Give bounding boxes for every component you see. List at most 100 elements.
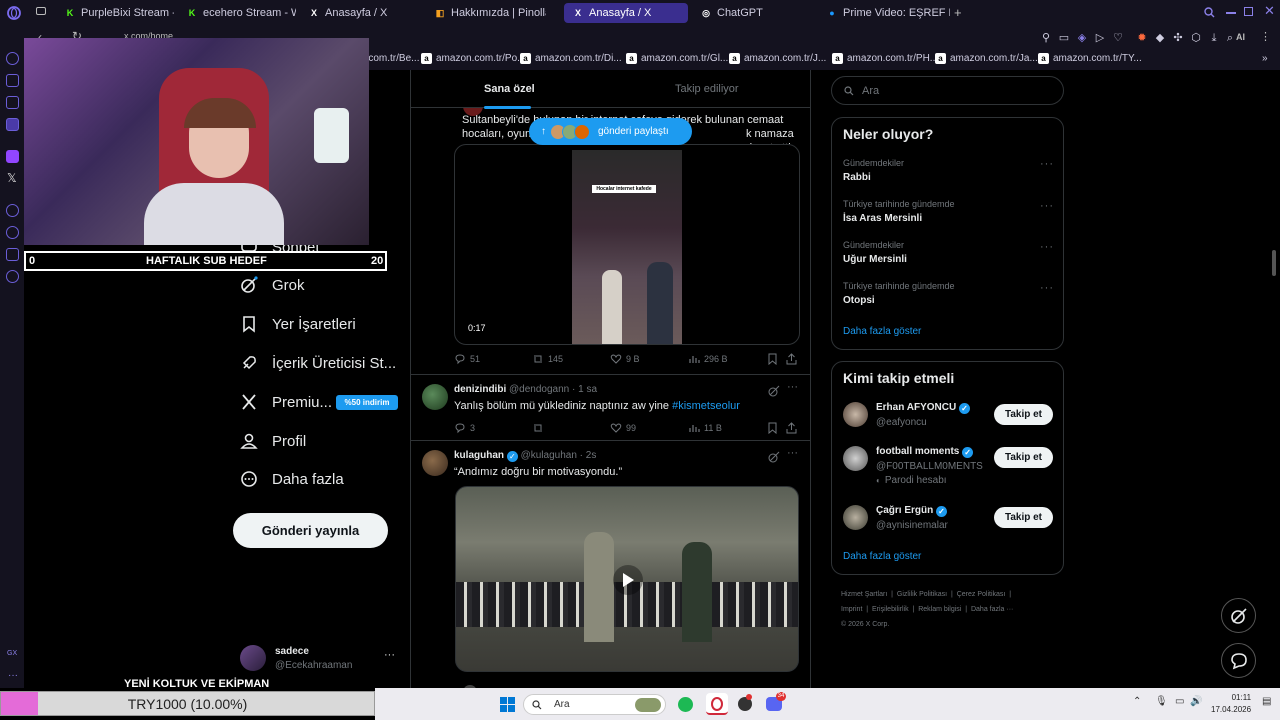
aria-icon[interactable] [6, 52, 19, 65]
who-show-more-link[interactable]: Daha fazla göster [843, 551, 921, 562]
new-posts-pill[interactable]: ↑ gönderi paylaştı [529, 118, 692, 145]
video-player[interactable]: Hocalar internet kafede 0:17 [454, 144, 800, 345]
account-switcher[interactable]: sadece @Ecekahraaman ··· [240, 645, 400, 675]
browser-tab[interactable]: K PurpleBixi Stream - Watch [56, 3, 174, 23]
cube-icon[interactable]: ⬡ [1190, 32, 1202, 44]
reply-button[interactable]: 51 [454, 353, 480, 365]
spotify-icon[interactable] [678, 697, 693, 712]
video-player[interactable] [455, 486, 799, 672]
nav-item-premium[interactable]: Premiu... [240, 393, 332, 411]
trend-item[interactable]: Türkiye tarihinde gündemde İsa Aras Mersi… [843, 199, 955, 224]
close-window-icon[interactable]: ✕ [1264, 3, 1275, 19]
bookmark-item[interactable]: a amazon.com.tr/Po... [421, 53, 525, 64]
trend-more-icon[interactable]: ··· [1040, 158, 1054, 170]
bookmarks-overflow-icon[interactable]: » [1262, 53, 1268, 64]
snapshot-icon[interactable]: ⌕ [1224, 32, 1236, 44]
notifications-icon[interactable]: ▤ [1262, 696, 1271, 707]
sidebar-more-icon[interactable]: ··· [8, 670, 18, 681]
messenger-icon[interactable] [6, 74, 19, 87]
grok-icon[interactable] [768, 385, 780, 397]
follow-button[interactable]: Takip et [994, 404, 1053, 425]
trend-item[interactable]: Türkiye tarihinde gündemde Otopsi [843, 281, 955, 306]
x-sidebar-icon[interactable]: 𝕏 [7, 171, 17, 185]
gx-icon[interactable]: GX [7, 650, 17, 657]
puzzle-icon[interactable]: ✣ [1172, 32, 1184, 44]
footer-link[interactable]: Imprint [841, 606, 862, 613]
suggested-account[interactable]: Çağrı Ergün ✓ @aynisinemalar [843, 505, 948, 531]
footer-link[interactable]: Hizmet Şartları [841, 591, 887, 598]
microphone-icon[interactable]: 🎙 [1155, 696, 1168, 707]
vpn-icon[interactable]: ◆ [1154, 32, 1166, 44]
like-button[interactable]: 9 B [610, 353, 640, 365]
suggested-account[interactable]: football moments ✓ @F00TBALLM0MENTS ◐ Parod… [843, 446, 983, 486]
bookmark-item[interactable]: a amazon.com.tr/Ja... [935, 53, 1038, 64]
minimize-icon[interactable] [1226, 12, 1236, 14]
play-icon[interactable]: ▷ [1094, 32, 1106, 44]
trend-more-icon[interactable]: ··· [1040, 200, 1054, 212]
new-tab-icon[interactable]: + [954, 5, 962, 20]
bookmark-item[interactable]: a amazon.com.tr/TY... [1038, 53, 1142, 64]
views-button[interactable]: 11 B [688, 422, 722, 434]
tweet[interactable]: denizindibi @dendogann · 1 sa ··· Yanlış… [411, 375, 810, 441]
footer-link[interactable]: Erişilebilirlik [872, 606, 909, 613]
pin-icon[interactable]: ⚲ [1040, 32, 1052, 44]
footer-link[interactable]: Çerez Politikası [957, 591, 1006, 598]
browser-tab[interactable]: ◧ Hakkımızda | Pinolla.com [426, 3, 546, 23]
share-icon[interactable] [786, 422, 797, 434]
workspaces-icon[interactable] [36, 7, 46, 15]
volume-icon[interactable]: 🔊 [1190, 696, 1202, 707]
windows-start-icon[interactable] [500, 697, 515, 712]
maximize-icon[interactable] [1244, 7, 1253, 16]
browser-tab[interactable]: ◎ ChatGPT [692, 3, 814, 23]
player-icon[interactable] [6, 204, 19, 217]
tray-chevron-icon[interactable]: ⌃ [1133, 696, 1141, 707]
nav-item-bookmarks[interactable]: Yer İşaretleri [240, 315, 356, 333]
menu-icon[interactable]: ⋮ [1260, 30, 1271, 43]
taskbar-search-input[interactable]: Ara [523, 694, 666, 715]
suggested-account[interactable]: Erhan AFYONCU ✓ @eafyoncu [843, 402, 970, 428]
views-button[interactable]: 296 B [688, 353, 728, 365]
bookmark-icon[interactable] [767, 353, 778, 365]
account-more-icon[interactable]: ··· [384, 649, 395, 661]
repost-button[interactable]: 145 [532, 353, 563, 365]
browser-tab[interactable]: X Anasayfa / X [300, 3, 418, 23]
trend-item[interactable]: Gündemdekiler Uğur Mersinli [843, 240, 907, 265]
reply-button[interactable]: 3 [454, 422, 475, 434]
m-app-icon[interactable] [6, 118, 19, 131]
heart-icon[interactable]: ♡ [1112, 32, 1124, 44]
tweet-more-icon[interactable]: ··· [787, 447, 798, 459]
tweet[interactable]: kulaguhan ✓ @kulaguhan · 2s ··· “Andımız… [411, 441, 810, 688]
tweet-more-icon[interactable]: ··· [787, 381, 798, 393]
hashtag-link[interactable]: #kismetseolur [672, 400, 740, 412]
settings-icon[interactable] [6, 270, 19, 283]
post-button[interactable]: Gönderi yayınla [233, 513, 388, 548]
opera-logo-icon[interactable] [7, 6, 21, 20]
trend-more-icon[interactable]: ··· [1040, 282, 1054, 294]
cube-sidebar-icon[interactable] [6, 248, 19, 261]
follow-button[interactable]: Takip et [994, 507, 1053, 528]
search-input[interactable]: Ara [831, 76, 1064, 105]
grok-icon[interactable] [768, 451, 780, 463]
nav-item-creator-studio[interactable]: İçerik Üreticisi St... [240, 354, 396, 372]
bookmark-item[interactable]: a amazon.com.tr/PH... [832, 53, 938, 64]
twitch-icon[interactable] [6, 150, 19, 163]
download-icon[interactable]: ⤓ [1208, 32, 1220, 44]
whatsapp-icon[interactable] [6, 96, 19, 109]
nav-item-more[interactable]: Daha fazla [240, 470, 344, 488]
footer-link[interactable]: Gizlilik Politikası [897, 591, 947, 598]
browser-tab[interactable]: Kecehero Stream - Watch L [178, 3, 296, 23]
author-name[interactable]: denizindibi [454, 384, 506, 395]
extension-icon[interactable]: ✹ [1136, 32, 1148, 44]
browser-tab[interactable]: ● Prime Video: EŞREF RÜYA [818, 3, 950, 23]
play-button[interactable] [613, 565, 643, 595]
like-button[interactable]: 99 [610, 422, 636, 434]
tab-following[interactable]: Takip ediliyor [675, 83, 739, 95]
scrollbar-thumb[interactable] [1272, 250, 1276, 276]
bookmark-icon[interactable] [767, 422, 778, 434]
ai-button[interactable]: AI [1236, 32, 1245, 42]
tab-for-you[interactable]: Sana özel [484, 83, 535, 95]
grok-fab[interactable] [1221, 598, 1256, 633]
nav-item-grok[interactable]: Grok [240, 276, 305, 294]
history-icon[interactable] [6, 226, 19, 239]
bookmark-item[interactable]: a amazon.com.tr/J... [729, 53, 826, 64]
